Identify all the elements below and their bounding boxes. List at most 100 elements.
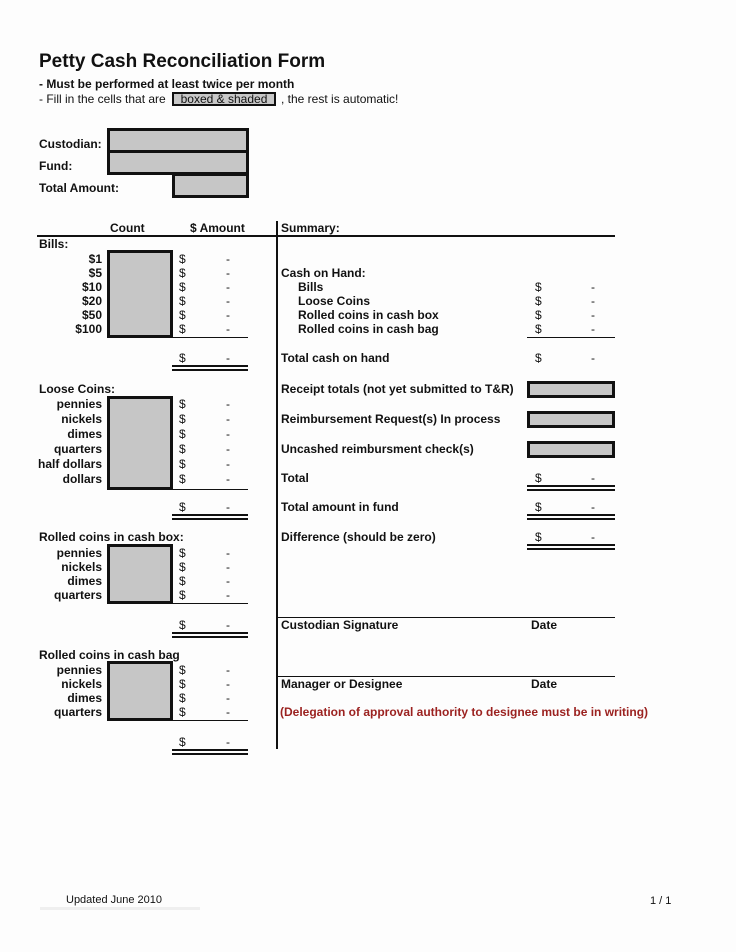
bills-row-dollar: $ [179, 294, 186, 308]
rolled-bag-row-amount: - [226, 677, 230, 691]
rolled-box-row-dollar: $ [179, 574, 186, 588]
rolled-bag-row-label: dimes [67, 691, 102, 705]
watermark-strip [40, 907, 200, 910]
bills-row-label: $100 [75, 322, 102, 336]
summary-item-value: - [591, 322, 595, 336]
cash-on-hand-label: Cash on Hand: [281, 266, 366, 280]
receipt-totals-input[interactable] [527, 381, 615, 398]
summary-item-label: Rolled coins in cash bag [298, 322, 439, 336]
rolled-box-count-input[interactable] [107, 544, 173, 604]
custodian-date-label: Date [531, 618, 558, 632]
summary-item-value: - [591, 294, 595, 308]
rolled-box-row-label: pennies [56, 546, 102, 560]
bills-label: Bills: [39, 237, 69, 251]
header-divider [37, 235, 615, 237]
rolled-box-subtotal-value: - [226, 618, 230, 632]
rolled-bag-sum-rule [172, 720, 248, 721]
summary-item-dollar: $ [535, 308, 542, 322]
rolled-bag-row-amount: - [226, 691, 230, 705]
loose-coins-row-amount: - [226, 442, 230, 456]
bills-row-label: $50 [81, 308, 102, 322]
amount-header: $ Amount [190, 221, 245, 235]
summary-item-value: - [591, 308, 595, 322]
bills-sum-rule [172, 337, 248, 338]
bills-row-amount: - [226, 252, 230, 266]
loose-coins-label: Loose Coins: [39, 382, 116, 396]
loose-coins-row-label: pennies [56, 397, 102, 411]
loose-coins-subtotal-dollar: $ [179, 500, 186, 514]
rolled-bag-subtotal-dollar: $ [179, 735, 186, 749]
bills-subtotal-double-rule [172, 365, 248, 371]
bills-row-amount: - [226, 280, 230, 294]
bills-row-label: $10 [81, 280, 102, 294]
summary-item-label: Rolled coins in cash box [298, 308, 439, 322]
summary-item-value: - [591, 280, 595, 294]
rolled-box-subtotal-double-rule [172, 632, 248, 638]
rolled-bag-row-label: nickels [61, 677, 102, 691]
uncashed-input[interactable] [527, 441, 615, 458]
rolled-bag-row-amount: - [226, 705, 230, 719]
rolled-box-row-dollar: $ [179, 560, 186, 574]
loose-coins-row-label: dimes [67, 427, 102, 441]
manager-label: Manager or Designee [281, 677, 403, 691]
total-amount-input[interactable] [172, 173, 249, 198]
total-value: - [591, 471, 595, 485]
rolled-bag-count-input[interactable] [107, 661, 173, 721]
loose-coins-row-label: half dollars [37, 457, 102, 471]
rolled-bag-row-dollar: $ [179, 677, 186, 691]
loose-coins-row-amount: - [226, 457, 230, 471]
rolled-bag-row-dollar: $ [179, 691, 186, 705]
loose-coins-row-dollar: $ [179, 472, 186, 486]
frequency-note: - Must be performed at least twice per m… [39, 77, 295, 91]
count-header: Count [110, 221, 145, 235]
loose-coins-row-dollar: $ [179, 412, 186, 426]
rolled-bag-subtotal-value: - [226, 735, 230, 749]
rolled-box-row-label: dimes [67, 574, 102, 588]
rolled-bag-row-amount: - [226, 663, 230, 677]
rolled-box-row-dollar: $ [179, 588, 186, 602]
bills-subtotal-dollar: $ [179, 351, 186, 365]
column-divider [276, 221, 278, 749]
page-title: Petty Cash Reconciliation Form [39, 51, 326, 72]
total-double-rule [527, 485, 615, 491]
reimbursement-input[interactable] [527, 411, 615, 428]
bills-row-amount: - [226, 322, 230, 336]
loose-coins-row-label: dollars [62, 472, 102, 486]
total-fund-label: Total amount in fund [281, 500, 399, 514]
bills-subtotal-value: - [226, 351, 230, 365]
rolled-box-row-label: nickels [61, 560, 102, 574]
bills-row-dollar: $ [179, 266, 186, 280]
loose-coins-count-input[interactable] [107, 396, 173, 490]
loose-coins-row-label: nickels [61, 412, 102, 426]
page-number: 1 / 1 [650, 895, 672, 907]
bills-count-input[interactable] [107, 250, 173, 338]
loose-coins-row-dollar: $ [179, 442, 186, 456]
fund-label: Fund: [39, 159, 73, 173]
fund-input[interactable] [107, 150, 249, 175]
total-amount-label: Total Amount: [39, 181, 119, 195]
updated-date: Updated June 2010 [66, 894, 163, 906]
rolled-bag-row-label: quarters [53, 705, 102, 719]
loose-coins-row-dollar: $ [179, 457, 186, 471]
rolled-bag-label: Rolled coins in cash bag [39, 648, 180, 662]
loose-coins-row-amount: - [226, 472, 230, 486]
rolled-bag-row-dollar: $ [179, 705, 186, 719]
summary-item-dollar: $ [535, 294, 542, 308]
total-cash-dollar: $ [535, 351, 542, 365]
rolled-bag-row-label: pennies [56, 663, 102, 677]
rolled-box-subtotal-dollar: $ [179, 618, 186, 632]
loose-coins-row-amount: - [226, 397, 230, 411]
loose-coins-row-amount: - [226, 427, 230, 441]
total-fund-value: - [591, 500, 595, 514]
loose-coins-subtotal-value: - [226, 500, 230, 514]
rolled-bag-subtotal-double-rule [172, 749, 248, 755]
loose-coins-row-label: quarters [53, 442, 102, 456]
uncashed-label: Uncashed reimbursment check(s) [281, 442, 474, 456]
bills-row-dollar: $ [179, 252, 186, 266]
bills-row-dollar: $ [179, 322, 186, 336]
loose-coins-row-amount: - [226, 412, 230, 426]
bills-row-label: $20 [81, 294, 102, 308]
fill-instruction-suffix: , the rest is automatic! [281, 92, 399, 106]
summary-item-dollar: $ [535, 280, 542, 294]
shaded-cell-legend: boxed & shaded [172, 92, 276, 106]
